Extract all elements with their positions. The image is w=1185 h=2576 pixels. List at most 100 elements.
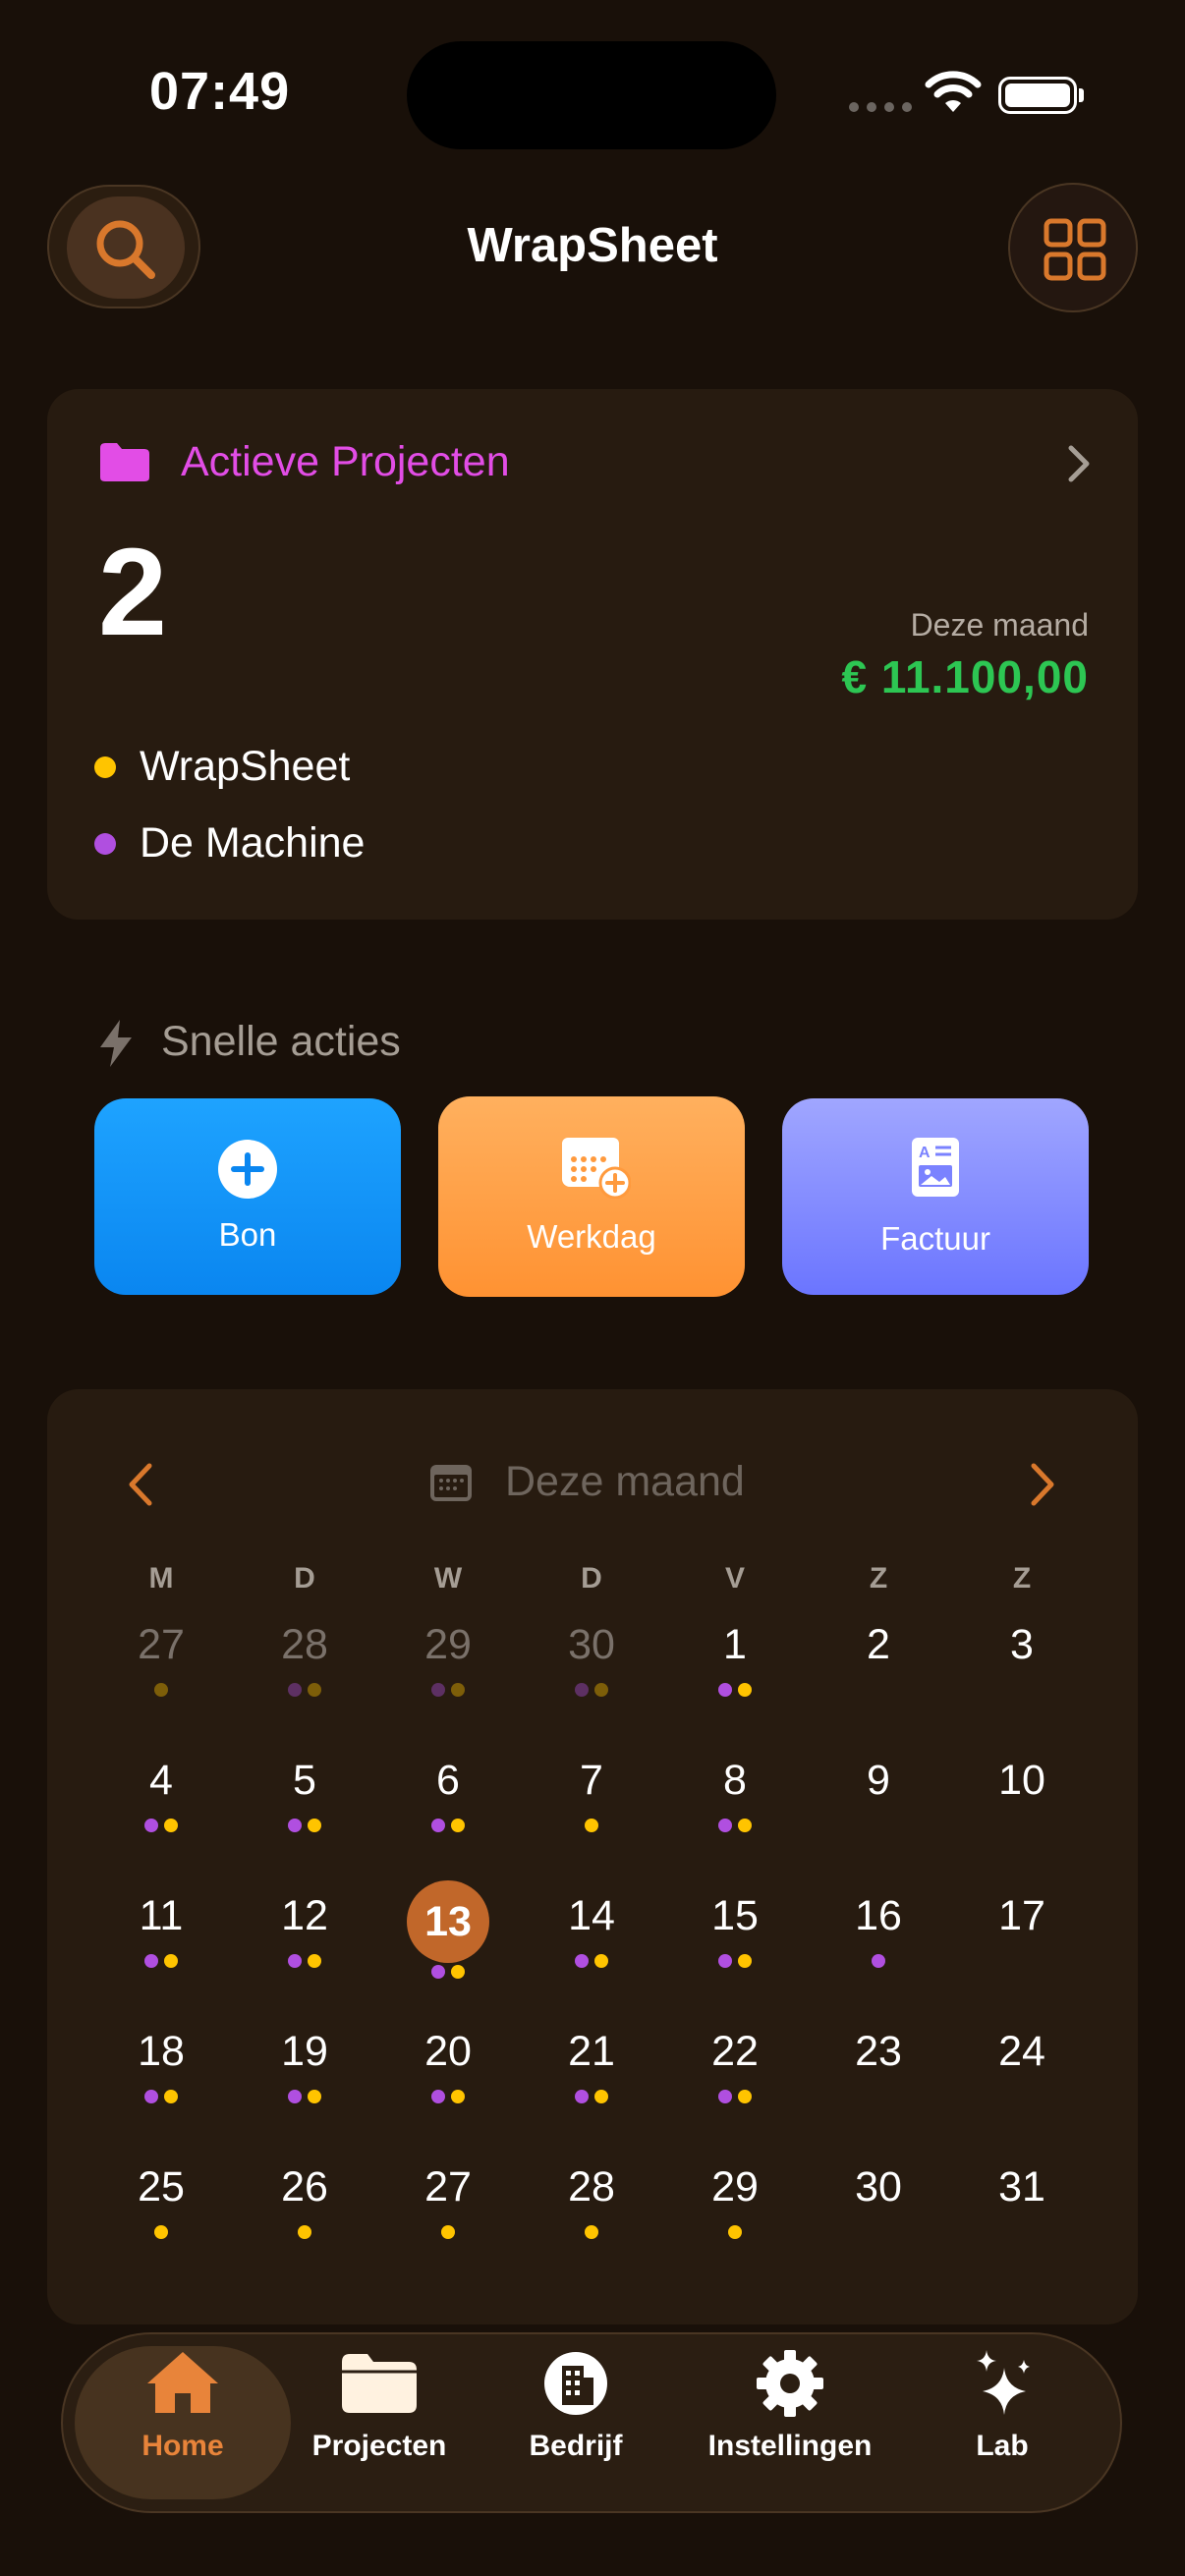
calendar-day-dots [542, 2225, 641, 2239]
calendar-day[interactable]: 7 [542, 1757, 641, 1832]
yellow-dot [164, 1954, 178, 1968]
calendar-day[interactable]: 25 [112, 2163, 210, 2239]
tab-home[interactable]: Home [85, 2348, 281, 2463]
calendar-day[interactable]: 29 [686, 2163, 784, 2239]
calendar-day[interactable]: 6 [399, 1757, 497, 1832]
folder-icon [342, 2354, 417, 2413]
calendar-day[interactable]: 16 [829, 1892, 928, 1968]
purple-dot [144, 2090, 158, 2103]
tab-instellingen[interactable]: Instellingen [692, 2348, 888, 2463]
calendar-day-dots [399, 1683, 497, 1697]
calendar-day-number: 29 [424, 1621, 472, 1668]
calendar-day[interactable]: 14 [542, 1892, 641, 1968]
calendar-day[interactable]: 21 [542, 2028, 641, 2103]
chevron-right-icon[interactable] [1028, 1462, 1057, 1507]
calendar-day-dots [973, 1819, 1071, 1832]
calendar-day[interactable]: 8 [686, 1757, 784, 1832]
calendar-day-number: 30 [855, 2163, 902, 2211]
weekday-label: V [724, 1562, 745, 1595]
calendar-day-number: 27 [424, 2163, 472, 2211]
tab-bedrijf-label: Bedrijf [529, 2430, 623, 2462]
tab-projecten[interactable]: Projecten [281, 2348, 478, 2463]
active-projects-title: Actieve Projecten [181, 438, 510, 485]
calendar-day[interactable]: 19 [255, 2028, 354, 2103]
calendar-add-icon [562, 1138, 631, 1199]
calendar-day[interactable]: 28 [542, 2163, 641, 2239]
calendar-day[interactable]: 1 [686, 1621, 784, 1697]
tab-lab-label: Lab [976, 2430, 1029, 2462]
calendar-day-number: 12 [281, 1892, 328, 1939]
calendar-day[interactable]: 3 [973, 1621, 1071, 1697]
active-projects-count: 2 [98, 523, 168, 661]
calendar-day[interactable]: 24 [973, 2028, 1071, 2103]
calendar-day-number: 28 [568, 2163, 615, 2211]
battery-icon [998, 77, 1077, 114]
project-item[interactable]: De Machine [94, 819, 365, 868]
calendar-day-dots [542, 1819, 641, 1832]
tab-bedrijf[interactable]: Bedrijf [478, 2348, 674, 2463]
calendar-day-dots [686, 1683, 784, 1697]
tab-home-label: Home [141, 2430, 224, 2462]
calendar-day[interactable]: 20 [399, 2028, 497, 2103]
yellow-dot [738, 2090, 752, 2103]
calendar-day[interactable]: 26 [255, 2163, 354, 2239]
calendar-day[interactable]: 31 [973, 2163, 1071, 2239]
calendar-day[interactable]: 29 [399, 1621, 497, 1697]
calendar-day[interactable]: 30 [829, 2163, 928, 2239]
grid-menu-button[interactable] [1008, 183, 1138, 312]
calendar-day-number: 27 [138, 1621, 185, 1668]
calendar-day[interactable]: 10 [973, 1757, 1071, 1832]
bolt-icon [100, 1020, 132, 1067]
calendar-day-number: 3 [1010, 1621, 1034, 1668]
calendar-day-number: 16 [855, 1892, 902, 1939]
calendar-day[interactable]: 27 [112, 1621, 210, 1697]
calendar-day-today[interactable]: 13 [399, 1880, 497, 1979]
purple-dot [144, 1954, 158, 1968]
calendar-day-dots [399, 2090, 497, 2103]
calendar-day-dots [686, 1819, 784, 1832]
calendar-day[interactable]: 9 [829, 1757, 928, 1832]
calendar-day[interactable]: 28 [255, 1621, 354, 1697]
tab-lab[interactable]: Lab [904, 2348, 1100, 2463]
calendar-day[interactable]: 22 [686, 2028, 784, 2103]
calendar-day[interactable]: 15 [686, 1892, 784, 1968]
calendar-day-number: 2 [867, 1621, 890, 1668]
yellow-dot [308, 1683, 321, 1697]
calendar-day[interactable]: 30 [542, 1621, 641, 1697]
factuur-label: Factuur [880, 1220, 990, 1257]
calendar-day[interactable]: 18 [112, 2028, 210, 2103]
calendar-day[interactable]: 2 [829, 1621, 928, 1697]
calendar-day-dots [112, 1819, 210, 1832]
calendar-day[interactable]: 27 [399, 2163, 497, 2239]
yellow-dot [298, 2225, 311, 2239]
yellow-dot [728, 2225, 742, 2239]
calendar-day[interactable]: 11 [112, 1892, 210, 1968]
bon-button[interactable]: Bon [94, 1098, 401, 1295]
purple-dot [718, 1683, 732, 1697]
calendar-day-number: 29 [711, 2163, 759, 2211]
calendar-day-number: 28 [281, 1621, 328, 1668]
calendar-day-dots [973, 2090, 1071, 2103]
calendar-day-number: 14 [568, 1892, 615, 1939]
werkdag-button[interactable]: Werkdag [438, 1096, 745, 1297]
calendar-day[interactable]: 4 [112, 1757, 210, 1832]
calendar-day-number: 23 [855, 2028, 902, 2075]
chevron-right-icon[interactable] [1061, 444, 1097, 483]
calendar-title: Deze maand [505, 1458, 745, 1505]
calendar-day-number: 8 [723, 1757, 747, 1804]
folder-icon [100, 443, 149, 481]
calendar-day[interactable]: 5 [255, 1757, 354, 1832]
purple-dot [575, 1954, 589, 1968]
chevron-left-icon[interactable] [126, 1462, 155, 1507]
yellow-dot [308, 2090, 321, 2103]
calendar-day[interactable]: 17 [973, 1892, 1071, 1968]
plus-circle-icon [218, 1140, 277, 1199]
factuur-button[interactable]: A Factuur [782, 1098, 1089, 1295]
tab-instellingen-label: Instellingen [707, 2430, 873, 2462]
invoice-icon: A [912, 1138, 959, 1197]
project-item[interactable]: WrapSheet [94, 743, 350, 791]
calendar-day[interactable]: 23 [829, 2028, 928, 2103]
calendar-day[interactable]: 12 [255, 1892, 354, 1968]
purple-dot [288, 1819, 302, 1832]
calendar-day-dots [686, 2090, 784, 2103]
